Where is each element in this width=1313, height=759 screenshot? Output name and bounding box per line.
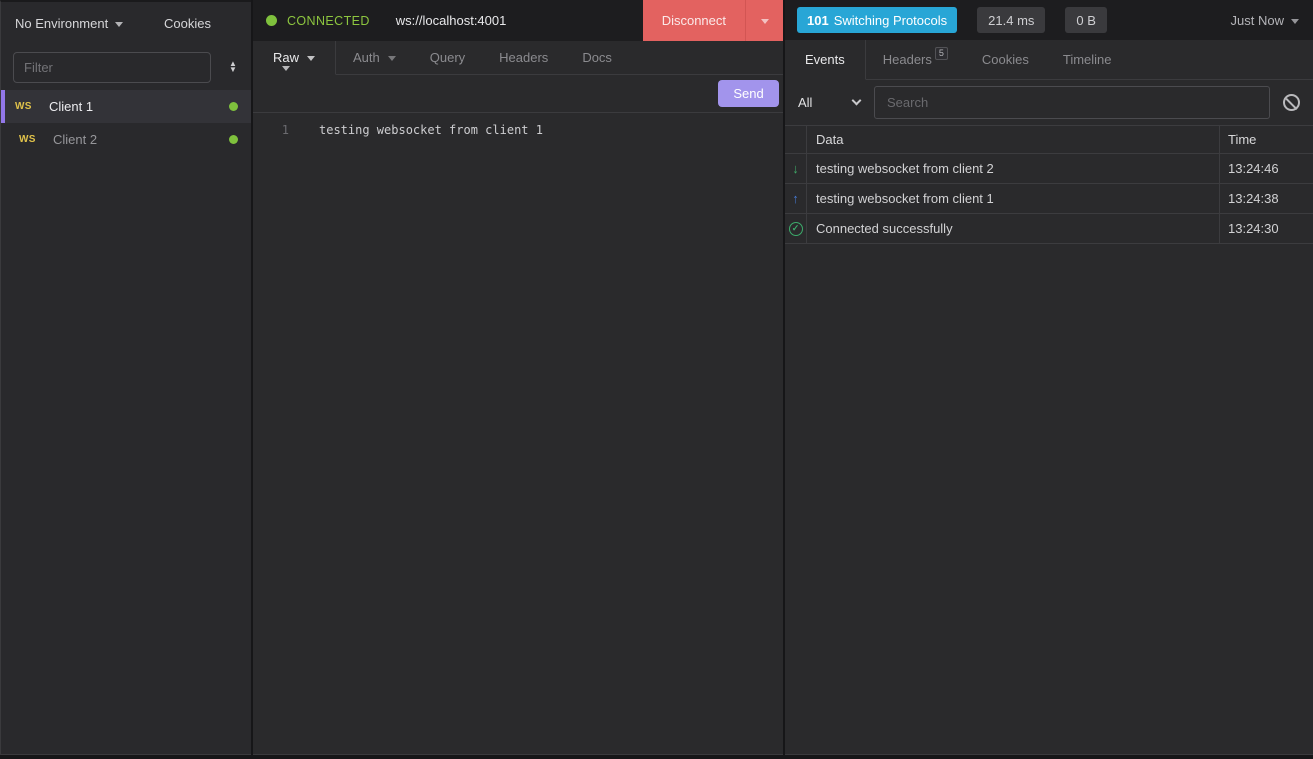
- request-list-item[interactable]: WS Client 1: [1, 90, 251, 123]
- arrow-down-icon: [792, 161, 799, 176]
- chevron-down-icon: [852, 96, 862, 106]
- clear-events-icon[interactable]: [1283, 94, 1300, 111]
- environment-label: No Environment: [15, 16, 108, 31]
- sidebar-filter-row: ▲▼ +: [1, 44, 251, 90]
- editor-content: testing websocket from client 1: [319, 121, 543, 140]
- connected-dot-icon: [229, 135, 238, 144]
- disconnect-button[interactable]: Disconnect: [643, 0, 745, 41]
- sort-icon[interactable]: ▲▼: [229, 61, 237, 73]
- request-panel: CONNECTED ws://localhost:4001 Disconnect…: [253, 0, 783, 755]
- tab-label: Headers: [499, 50, 548, 65]
- cookies-button[interactable]: Cookies: [164, 16, 211, 31]
- event-filter-row: All: [785, 80, 1313, 125]
- chevron-down-icon: [761, 19, 769, 24]
- freshness-label: Just Now: [1231, 13, 1284, 28]
- event-time: 13:24:30: [1219, 214, 1313, 243]
- environment-selector[interactable]: No Environment: [15, 16, 164, 31]
- response-tab[interactable]: Headers 5: [866, 40, 965, 80]
- events-table-body: testing websocket from client 2 13:24:46…: [785, 154, 1313, 244]
- tab-label: Query: [430, 50, 465, 65]
- chevron-down-icon: [1291, 19, 1299, 24]
- websocket-url[interactable]: ws://localhost:4001: [396, 13, 507, 28]
- chevron-down-icon: [282, 66, 290, 71]
- column-header-data[interactable]: Data: [807, 126, 1219, 153]
- connection-status: CONNECTED: [287, 14, 370, 28]
- event-time: 13:24:46: [1219, 154, 1313, 183]
- event-search-input[interactable]: [874, 86, 1270, 119]
- event-time: 13:24:38: [1219, 184, 1313, 213]
- event-type-select[interactable]: All: [798, 95, 860, 110]
- event-data: testing websocket from client 1: [807, 184, 1219, 213]
- send-row: Send: [253, 75, 783, 113]
- event-icon-cell: [785, 214, 807, 243]
- ws-method-tag: WS: [15, 101, 49, 112]
- tab-label: Raw: [273, 50, 299, 65]
- request-tab[interactable]: Auth: [336, 41, 413, 75]
- tab-label: Headers: [883, 52, 932, 67]
- column-header-icon: [785, 126, 807, 153]
- connected-dot-icon: [266, 15, 277, 26]
- event-row[interactable]: Connected successfully 13:24:30: [785, 214, 1313, 244]
- filter-input[interactable]: [13, 52, 211, 83]
- chevron-down-icon: [388, 56, 396, 61]
- event-row[interactable]: testing websocket from client 2 13:24:46: [785, 154, 1313, 184]
- status-code: 101: [807, 13, 829, 28]
- arrow-up-icon: [792, 191, 799, 206]
- event-data: Connected successfully: [807, 214, 1219, 243]
- request-name: Client 1: [49, 99, 93, 114]
- request-tab-bar: Raw Auth Query Headers: [253, 41, 783, 75]
- status-text: Switching Protocols: [834, 13, 947, 28]
- tab-label: Events: [805, 52, 845, 67]
- request-tab[interactable]: Raw: [253, 41, 336, 75]
- response-history-dropdown[interactable]: Just Now: [1231, 13, 1299, 28]
- event-icon-cell: [785, 184, 807, 213]
- chevron-down-icon: [307, 56, 315, 61]
- sidebar-header: No Environment Cookies: [1, 2, 251, 44]
- response-tab[interactable]: Events: [785, 40, 866, 80]
- tab-label: Auth: [353, 50, 380, 65]
- tab-label: Cookies: [982, 52, 1029, 67]
- response-tab[interactable]: Timeline: [1046, 40, 1129, 80]
- event-data: testing websocket from client 2: [807, 154, 1219, 183]
- chevron-down-icon: [115, 22, 123, 27]
- request-tab[interactable]: Query: [413, 41, 482, 75]
- check-circle-icon: [789, 222, 803, 236]
- event-icon-cell: [785, 154, 807, 183]
- events-table: Data Time testing websocket from client …: [785, 125, 1313, 244]
- line-number: 1: [253, 121, 289, 140]
- request-list: WS Client 1 WS Client 2: [1, 90, 251, 156]
- response-panel: 101 Switching Protocols 21.4 ms 0 B Just…: [785, 0, 1313, 755]
- message-editor[interactable]: 1 testing websocket from client 1: [253, 113, 783, 754]
- status-badge: 101 Switching Protocols: [797, 7, 957, 33]
- send-button[interactable]: Send: [718, 80, 779, 107]
- connected-dot-icon: [229, 102, 238, 111]
- timing-badge: 21.4 ms: [977, 7, 1045, 33]
- tab-label: Timeline: [1063, 52, 1112, 67]
- column-header-time[interactable]: Time: [1219, 126, 1313, 153]
- ws-method-tag: WS: [19, 134, 53, 145]
- tab-label: Docs: [582, 50, 612, 65]
- response-tab-bar: Events Headers 5 Cookies Timeline: [785, 40, 1313, 80]
- disconnect-menu-button[interactable]: [745, 0, 783, 41]
- events-table-header: Data Time: [785, 125, 1313, 154]
- sidebar: No Environment Cookies ▲▼ + WS Client 1: [0, 0, 251, 755]
- event-type-value: All: [798, 95, 812, 110]
- size-badge: 0 B: [1065, 7, 1107, 33]
- request-tab[interactable]: Docs: [565, 41, 629, 75]
- response-meta-bar: 101 Switching Protocols 21.4 ms 0 B Just…: [785, 0, 1313, 40]
- request-list-item[interactable]: WS Client 2: [1, 123, 251, 156]
- app-window: No Environment Cookies ▲▼ + WS Client 1: [0, 0, 1313, 759]
- url-bar: CONNECTED ws://localhost:4001 Disconnect: [253, 0, 783, 41]
- disconnect-button-group: Disconnect: [643, 0, 783, 41]
- headers-count-badge: 5: [935, 47, 948, 60]
- editor-line: 1 testing websocket from client 1: [253, 121, 783, 140]
- response-tab[interactable]: Cookies: [965, 40, 1046, 80]
- request-tab[interactable]: Headers: [482, 41, 565, 75]
- event-row[interactable]: testing websocket from client 1 13:24:38: [785, 184, 1313, 214]
- request-name: Client 2: [53, 132, 97, 147]
